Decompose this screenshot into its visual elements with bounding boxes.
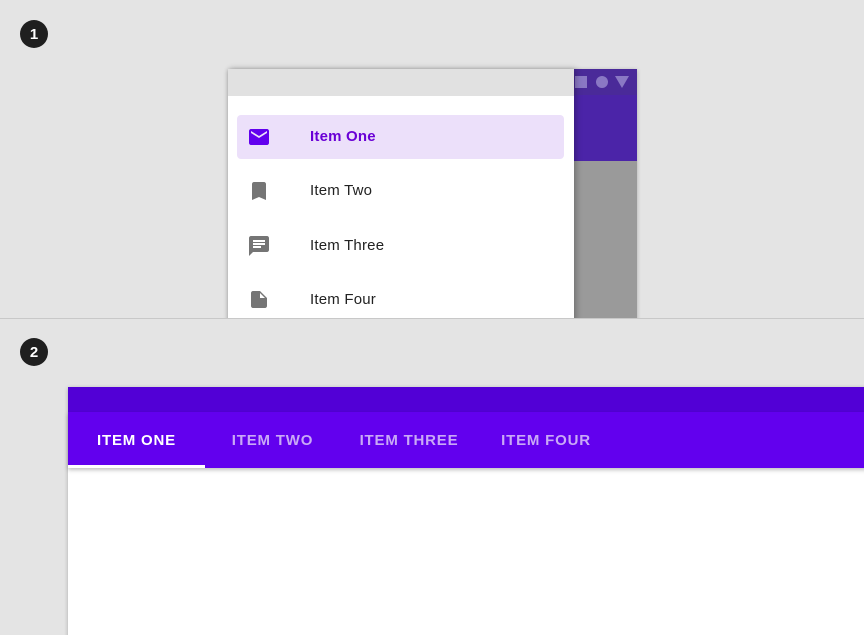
step-number-badge: 2 — [20, 338, 48, 366]
tab-item-one[interactable]: ITEM ONE — [68, 412, 205, 468]
status-bar — [68, 387, 864, 412]
mail-icon — [249, 129, 269, 145]
tab-item-three[interactable]: ITEM THREE — [346, 412, 472, 468]
drawer-item-four[interactable]: Item Four — [237, 278, 564, 318]
recents-square-icon[interactable] — [575, 76, 587, 88]
drawer-item-label: Item Two — [310, 182, 373, 199]
active-tab-indicator — [68, 465, 205, 468]
back-triangle-icon[interactable] — [615, 76, 629, 88]
drawer-item-label: Item One — [310, 128, 376, 145]
tabs-screen: ITEM ONE ITEM TWO ITEM THREE ITEM FOUR — [68, 387, 864, 635]
note-icon — [251, 291, 267, 308]
step-number-badge: 1 — [20, 20, 48, 48]
home-circle-icon[interactable] — [596, 76, 608, 88]
navigation-drawer: Item One Item Two Item Three Item Four — [228, 69, 574, 318]
example-panel-navigation-drawer: 1 Item One Item Two Item Three Item Four — [0, 0, 864, 318]
drawer-item-three[interactable]: Item Three — [237, 224, 564, 268]
drawer-item-one[interactable]: Item One — [237, 115, 564, 159]
tab-bar: ITEM ONE ITEM TWO ITEM THREE ITEM FOUR — [68, 412, 864, 468]
bookmark-icon — [252, 182, 266, 200]
example-panel-tabs: 2 ITEM ONE ITEM TWO ITEM THREE ITEM FOUR — [0, 319, 864, 635]
tab-item-two[interactable]: ITEM TWO — [210, 412, 335, 468]
drawer-status-bar — [228, 69, 574, 96]
drawer-item-label: Item Four — [310, 291, 376, 308]
drawer-item-two[interactable]: Item Two — [237, 169, 564, 213]
tab-item-four[interactable]: ITEM FOUR — [488, 412, 604, 468]
drawer-item-label: Item Three — [310, 237, 385, 254]
chat-icon — [249, 236, 269, 256]
